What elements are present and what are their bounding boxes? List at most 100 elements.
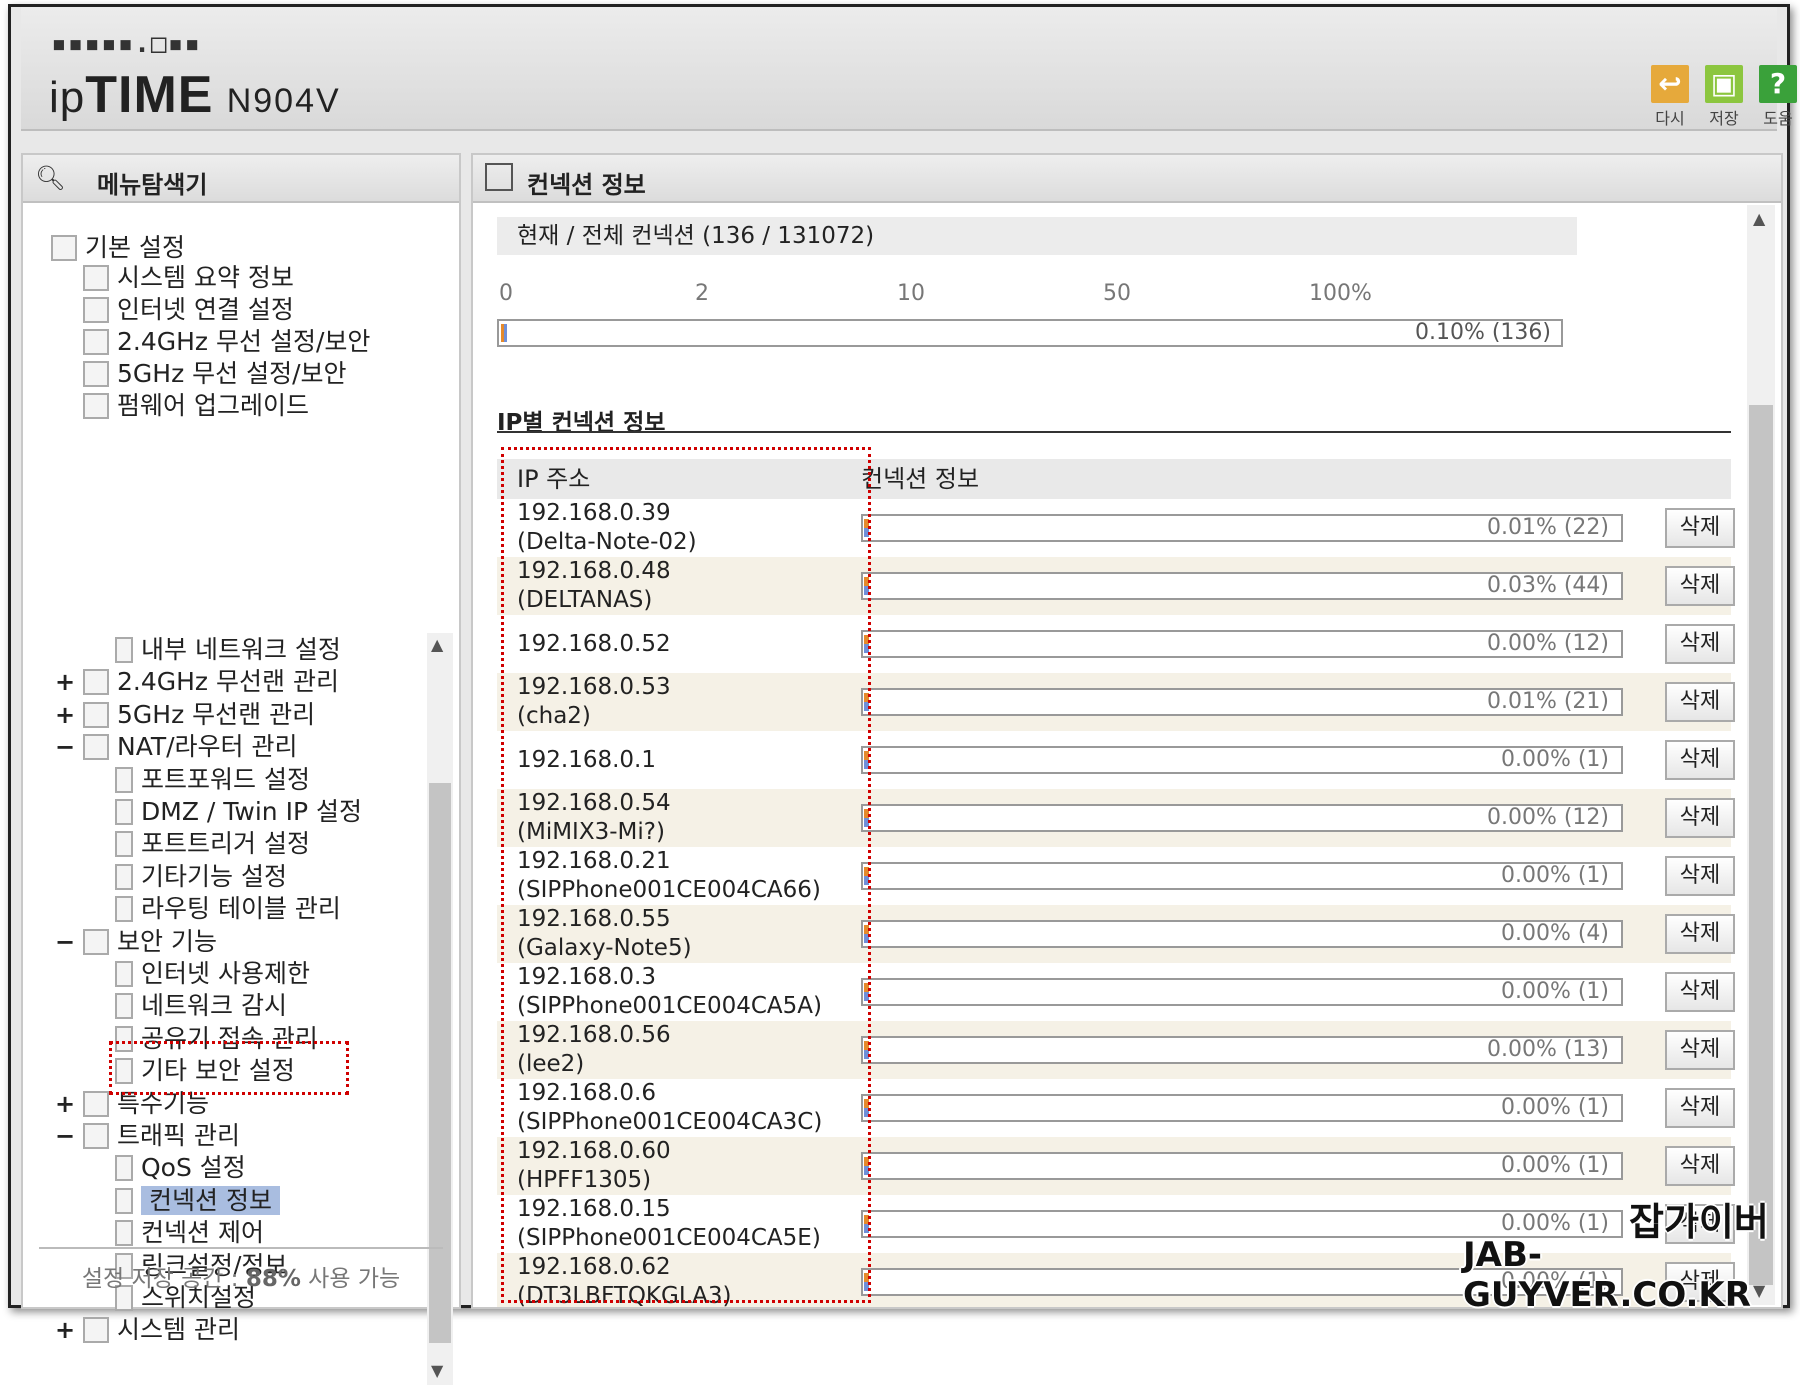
collapse-icon[interactable]: − xyxy=(55,1121,75,1151)
delete-button[interactable]: 삭제 xyxy=(1665,508,1735,548)
connection-bar: 0.00% (1) xyxy=(861,1210,1623,1238)
scale-label: 10 xyxy=(897,281,925,306)
scroll-down-icon[interactable]: ▼ xyxy=(431,1361,443,1380)
menu-item[interactable]: 인터넷 사용제한 xyxy=(111,959,310,989)
upgrade-icon xyxy=(83,393,109,419)
menu-label: 펌웨어 업그레이드 xyxy=(117,391,309,420)
scroll-up-icon[interactable]: ▲ xyxy=(431,635,443,654)
expand-icon[interactable]: + xyxy=(55,667,75,697)
wifi-icon xyxy=(83,329,109,355)
collapse-icon[interactable]: − xyxy=(55,732,75,762)
router-admin-window: ▪▪▪▪▪.□▪▪ ipTIME N904V ↩ 다시 ▣ 저장 ? 도움 🔍︎… xyxy=(8,4,1797,1385)
section-divider xyxy=(497,431,1731,433)
delete-button[interactable]: 삭제 xyxy=(1665,856,1735,896)
save-label: 저장 xyxy=(1709,109,1739,128)
menu-item-wireless-5[interactable]: 5GHz 무선 설정/보안 xyxy=(83,359,347,389)
menu-label: NAT/라우터 관리 xyxy=(117,732,298,761)
connection-summary: 현재 / 전체 컨넥션 (136 / 131072) xyxy=(497,217,1577,255)
menu-item[interactable]: 네트워크 감시 xyxy=(111,991,287,1021)
menu-item-wireless-24[interactable]: 2.4GHz 무선 설정/보안 xyxy=(83,327,370,357)
menu-explorer-panel: 🔍︎ 메뉴탐색기 기본 설정 시스템 요약 정보 인터넷 연결 설정 2.4GH… xyxy=(21,153,461,1385)
menu-item[interactable]: 포트포워드 설정 xyxy=(111,765,310,795)
menu-label: 시스템 요약 정보 xyxy=(117,263,294,292)
menu-item[interactable]: − 트래픽 관리 xyxy=(55,1121,240,1151)
connection-percent: 0.00% (13) xyxy=(1486,1037,1609,1062)
menu-label: 트래픽 관리 xyxy=(117,1121,240,1150)
delete-button[interactable]: 삭제 xyxy=(1665,1146,1735,1186)
menu-item[interactable]: DMZ / Twin IP 설정 xyxy=(111,797,362,827)
menu-label: 보안 기능 xyxy=(117,927,217,956)
delete-button[interactable]: 삭제 xyxy=(1665,1030,1735,1070)
menu-item[interactable]: − 보안 기능 xyxy=(55,927,217,957)
delete-button[interactable]: 삭제 xyxy=(1665,972,1735,1012)
help-icon: ? xyxy=(1759,65,1797,103)
delete-button[interactable]: 삭제 xyxy=(1665,798,1735,838)
undo-label: 다시 xyxy=(1655,109,1685,128)
connection-percent: 0.00% (1) xyxy=(1500,1095,1609,1120)
menu-item[interactable]: 내부 네트워크 설정 xyxy=(111,635,341,665)
delete-button[interactable]: 삭제 xyxy=(1665,566,1735,606)
total-connection-fill xyxy=(501,324,507,342)
main-scrollbar[interactable]: ▲ ▼ xyxy=(1747,205,1775,1305)
scrollbar-thumb[interactable] xyxy=(1749,405,1773,1285)
menu-item-firmware[interactable]: 펌웨어 업그레이드 xyxy=(83,391,309,421)
page-icon xyxy=(115,1220,133,1246)
menu-label: 컨넥션 정보 xyxy=(141,1186,280,1215)
menu-label: 5GHz 무선랜 관리 xyxy=(117,700,316,729)
menu-label: 내부 네트워크 설정 xyxy=(141,635,341,664)
page-title: 컨넥션 정보 xyxy=(527,171,646,199)
save-icon: ▣ xyxy=(1705,65,1743,103)
menu-item-internet-setup[interactable]: 인터넷 연결 설정 xyxy=(83,295,294,325)
menu-item[interactable]: − NAT/라우터 관리 xyxy=(55,732,298,762)
page-icon xyxy=(115,637,133,663)
help-button[interactable]: ? 도움 xyxy=(1757,65,1799,129)
brand-main: TIME xyxy=(85,66,214,124)
scale-label: 0 xyxy=(499,281,513,306)
menu-item[interactable]: + 시스템 관리 xyxy=(55,1315,240,1345)
menu-label: 포트트리거 설정 xyxy=(141,829,310,858)
window-icon xyxy=(485,163,513,191)
menu-label: 포트포워드 설정 xyxy=(141,765,310,794)
page-icon xyxy=(115,896,133,922)
connection-bar: 0.00% (1) xyxy=(861,1094,1623,1122)
menu-item[interactable]: +2.4GHz 무선랜 관리 xyxy=(55,667,339,697)
expand-icon[interactable]: + xyxy=(55,700,75,730)
total-connection-text: 0.10% (136) xyxy=(1414,320,1551,345)
expand-icon[interactable]: + xyxy=(55,1315,75,1345)
menu-group-basic[interactable]: 기본 설정 xyxy=(51,233,185,263)
expand-icon[interactable]: + xyxy=(55,1089,75,1119)
delete-button[interactable]: 삭제 xyxy=(1665,914,1735,954)
menu-label: 라우팅 테이블 관리 xyxy=(141,894,341,923)
menu-label: 5GHz 무선 설정/보안 xyxy=(117,359,347,388)
delete-button[interactable]: 삭제 xyxy=(1665,1088,1735,1128)
menu-item[interactable]: +5GHz 무선랜 관리 xyxy=(55,700,316,730)
menu-item[interactable]: QoS 설정 xyxy=(111,1153,246,1183)
connection-bar: 0.00% (1) xyxy=(861,1152,1623,1180)
menu-item[interactable]: 컨넥션 제어 xyxy=(111,1218,264,1248)
undo-button[interactable]: ↩ 다시 xyxy=(1649,65,1691,129)
chart-icon xyxy=(83,265,109,291)
storage-prefix: 설정 저장 공간 : xyxy=(81,1266,246,1292)
connection-bar: 0.00% (12) xyxy=(861,804,1623,832)
menu-item[interactable]: 컨넥션 정보 xyxy=(111,1186,280,1216)
storage-suffix: 사용 가능 xyxy=(300,1266,401,1292)
connection-bar: 0.01% (21) xyxy=(861,688,1623,716)
folder-icon xyxy=(83,929,109,955)
delete-button[interactable]: 삭제 xyxy=(1665,740,1735,780)
connection-bar: 0.00% (1) xyxy=(861,746,1623,774)
delete-button[interactable]: 삭제 xyxy=(1665,624,1735,664)
delete-button[interactable]: 삭제 xyxy=(1665,682,1735,722)
menu-item[interactable]: 포트트리거 설정 xyxy=(111,829,310,859)
page-icon xyxy=(115,831,133,857)
menu-item[interactable]: 기타기능 설정 xyxy=(111,862,287,892)
connection-percent: 0.00% (4) xyxy=(1500,921,1609,946)
scroll-up-icon[interactable]: ▲ xyxy=(1753,209,1765,228)
connection-percent: 0.00% (1) xyxy=(1500,1211,1609,1236)
storage-value: 88% xyxy=(245,1266,301,1292)
save-button[interactable]: ▣ 저장 xyxy=(1703,65,1745,129)
connection-percent: 0.01% (21) xyxy=(1486,689,1609,714)
menu-item[interactable]: 라우팅 테이블 관리 xyxy=(111,894,341,924)
menu-item-system-summary[interactable]: 시스템 요약 정보 xyxy=(83,263,294,293)
collapse-icon[interactable]: − xyxy=(55,927,75,957)
menu-label: 인터넷 연결 설정 xyxy=(117,295,294,324)
